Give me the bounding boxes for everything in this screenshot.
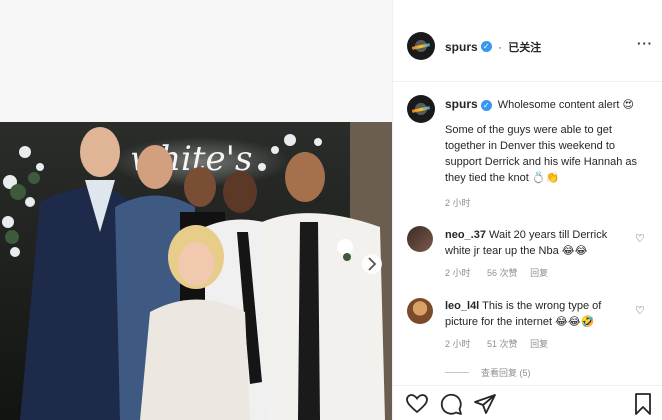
view-replies-divider bbox=[445, 372, 469, 373]
header-username[interactable]: spurs bbox=[445, 40, 478, 54]
chevron-right-icon[interactable] bbox=[362, 254, 382, 274]
verified-badge-icon: ✓ bbox=[480, 41, 492, 53]
caption-avatar[interactable] bbox=[407, 95, 435, 123]
heart-icon[interactable] bbox=[405, 392, 429, 416]
comment-meta: 2 小时 56 次赞 回复 bbox=[445, 266, 548, 279]
share-icon[interactable] bbox=[473, 392, 497, 416]
view-replies-button[interactable]: 查看回复 (5) bbox=[481, 366, 531, 379]
comment-reply-button[interactable]: 回复 bbox=[530, 339, 548, 349]
post-detail-panel: spurs ✓ · 已关注 ··· spurs ✓ Wholesome conten… bbox=[392, 0, 662, 420]
post-header: spurs ✓ · 已关注 ··· bbox=[393, 0, 662, 82]
comment-like-heart-icon[interactable]: ♡ bbox=[635, 304, 645, 317]
comment-item: leo_l4l This is the wrong type of pictur… bbox=[445, 298, 633, 330]
caption-time: 2 小时 bbox=[445, 198, 471, 208]
comment-time: 2 小时 bbox=[445, 339, 471, 349]
bookmark-icon[interactable] bbox=[631, 392, 655, 416]
comment-likes[interactable]: 51 次赞 bbox=[487, 339, 518, 349]
comment-likes[interactable]: 56 次赞 bbox=[487, 268, 518, 278]
comment-like-heart-icon[interactable]: ♡ bbox=[635, 232, 645, 245]
comment-username[interactable]: leo_l4l bbox=[445, 300, 479, 312]
comment-meta: 2 小时 51 次赞 回复 bbox=[445, 337, 548, 350]
comment-item: neo_.37 Wait 20 years till Derrick white… bbox=[445, 227, 633, 259]
caption-username[interactable]: spurs bbox=[445, 97, 478, 111]
post-photo[interactable]: white's bbox=[0, 122, 392, 420]
comment-time: 2 小时 bbox=[445, 268, 471, 278]
caption-headline-text: Wholesome content alert 😍 bbox=[497, 99, 634, 111]
comment-avatar[interactable] bbox=[407, 226, 433, 252]
photo-blurred-top bbox=[0, 0, 392, 122]
post-actions-bar bbox=[393, 385, 662, 420]
caption-body: Some of the guys were able to get togeth… bbox=[445, 124, 637, 184]
comment-avatar[interactable] bbox=[407, 298, 433, 324]
comment-icon[interactable] bbox=[439, 392, 463, 416]
verified-badge-icon: ✓ bbox=[480, 99, 492, 111]
follow-status-button[interactable]: 已关注 bbox=[508, 42, 541, 54]
wedding-group-photo: white's bbox=[0, 122, 392, 420]
comment-reply-button[interactable]: 回复 bbox=[530, 268, 548, 278]
caption-headline: spurs ✓ Wholesome content alert 😍 bbox=[445, 96, 655, 113]
comment-username[interactable]: neo_.37 bbox=[445, 229, 486, 241]
avatar[interactable] bbox=[407, 32, 435, 60]
more-options-icon[interactable]: ··· bbox=[637, 36, 653, 51]
post-photo-pane: white's bbox=[0, 0, 392, 420]
